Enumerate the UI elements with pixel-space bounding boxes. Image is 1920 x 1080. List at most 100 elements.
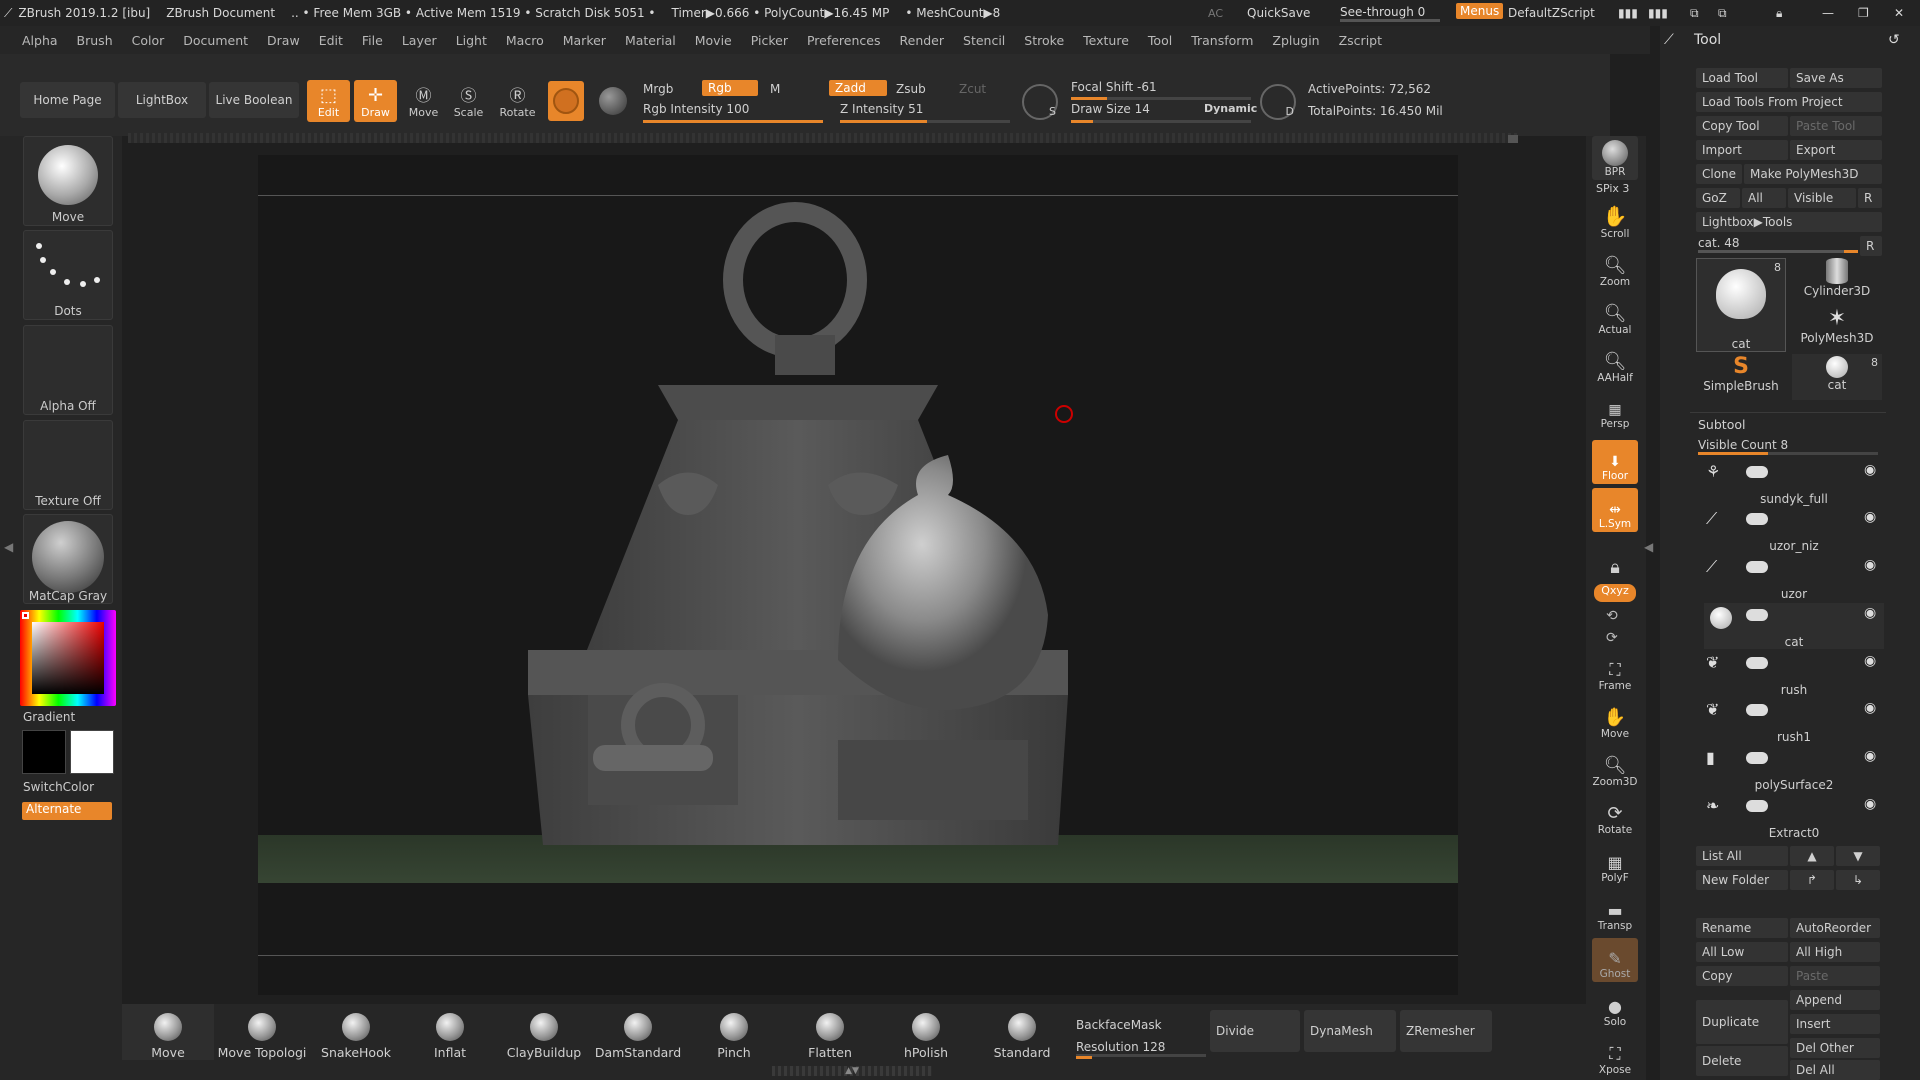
zcut-button[interactable]: Zcut <box>959 82 986 96</box>
goz-button[interactable]: GoZ <box>1696 188 1740 208</box>
xyz-button[interactable]: Qxyz <box>1594 584 1636 602</box>
gradient-label[interactable]: Gradient <box>23 710 113 724</box>
tool-thumb-simplebrush[interactable]: S SimpleBrush <box>1696 354 1786 400</box>
eye-icon[interactable]: ◉ <box>1864 748 1876 764</box>
polyf-button[interactable]: ▦ PolyF <box>1592 842 1638 886</box>
brush-flatten[interactable]: Flatten <box>784 1004 876 1060</box>
brush-standard[interactable]: Standard <box>976 1004 1068 1060</box>
subtool-row[interactable]: ▮ ◉ polySurface2 <box>1704 746 1884 792</box>
folder-in-button[interactable]: ↱ <box>1790 870 1834 890</box>
viewport-scrollbar[interactable] <box>1508 135 1518 143</box>
save-as-button[interactable]: Save As <box>1790 68 1882 88</box>
layout-alt-icon[interactable]: ▮▮▮ <box>1648 6 1668 20</box>
append-button[interactable]: Append <box>1790 990 1880 1010</box>
move-down-button[interactable]: ▼ <box>1836 846 1880 866</box>
menu-color[interactable]: Color <box>132 33 165 48</box>
switch-color-button[interactable]: SwitchColor <box>23 780 113 794</box>
menu-picker[interactable]: Picker <box>751 33 788 48</box>
eye-icon[interactable]: ◉ <box>1864 700 1876 716</box>
tool-thumb-cylinder[interactable]: Cylinder3D <box>1792 258 1882 304</box>
rotate-view-button[interactable]: ⟳ Rotate <box>1592 794 1638 838</box>
subtool-header[interactable]: Subtool <box>1690 412 1886 434</box>
menu-layer[interactable]: Layer <box>402 33 437 48</box>
subtool-row-active[interactable]: ◉ cat <box>1704 603 1884 649</box>
subtool-row[interactable]: ⚘ ◉ sundyk_full <box>1704 460 1884 506</box>
right-collapse-arrow-icon[interactable]: ◀ <box>1644 540 1653 554</box>
color-picker-field[interactable] <box>32 622 104 694</box>
tool-pin-icon[interactable]: ⟋ <box>1664 32 1674 48</box>
cat-r-button[interactable]: R <box>1860 236 1882 256</box>
subtool-row[interactable]: ⟋ ◉ uzor <box>1704 555 1884 601</box>
eye-icon[interactable]: ◉ <box>1864 605 1876 621</box>
spix-slider[interactable]: SPix 3 <box>1596 182 1629 195</box>
backface-mask-button[interactable]: BackfaceMask <box>1076 1018 1162 1032</box>
subtool-toggle-icon[interactable] <box>1746 704 1768 716</box>
bottom-collapse-arrow-icon[interactable]: ▲▼ <box>772 1066 932 1076</box>
lock-button[interactable]: 🔒︎ <box>1592 536 1638 580</box>
menu-texture[interactable]: Texture <box>1083 33 1129 48</box>
menu-edit[interactable]: Edit <box>319 33 343 48</box>
brush-inflat[interactable]: Inflat <box>404 1004 496 1060</box>
import-button[interactable]: Import <box>1696 140 1788 160</box>
home-page-button[interactable]: Home Page <box>20 82 115 118</box>
secondary-color-swatch[interactable] <box>70 730 114 774</box>
subtool-row[interactable]: ❦ ◉ rush <box>1704 651 1884 697</box>
window-layout2-icon[interactable]: ⧉ <box>1718 6 1727 21</box>
floor-button[interactable]: ⬇ Floor <box>1592 440 1638 484</box>
dynamesh-button[interactable]: DynaMesh <box>1304 1010 1396 1052</box>
rgb-intensity-slider[interactable] <box>643 120 823 123</box>
m-button[interactable]: M <box>770 82 780 96</box>
move-button[interactable]: Ⓜ Move <box>402 80 445 122</box>
eye-icon[interactable]: ◉ <box>1864 796 1876 812</box>
layout-icon[interactable]: ▮▮▮ <box>1618 6 1638 20</box>
rotate-z-icon[interactable]: ⟳ <box>1606 630 1618 646</box>
brush-damstandard[interactable]: DamStandard <box>592 1004 684 1060</box>
subtool-toggle-icon[interactable] <box>1746 800 1768 812</box>
copy-subtool-button[interactable]: Copy <box>1696 966 1788 986</box>
focal-shift-s-icon[interactable]: S <box>1022 84 1058 120</box>
goz-all-button[interactable]: All <box>1742 188 1786 208</box>
delete-button[interactable]: Delete <box>1696 1046 1788 1076</box>
lightbox-tools-button[interactable]: Lightbox▶Tools <box>1696 212 1882 232</box>
solo-button[interactable]: ● Solo <box>1592 986 1638 1030</box>
lock-icon[interactable]: 🔒︎ <box>1776 6 1782 21</box>
transp-button[interactable]: ▬ Transp <box>1592 890 1638 934</box>
actual-button[interactable]: 🔍︎ Actual <box>1592 294 1638 338</box>
duplicate-button[interactable]: Duplicate <box>1696 1000 1788 1044</box>
menu-tool[interactable]: Tool <box>1148 33 1172 48</box>
subtool-toggle-icon[interactable] <box>1746 561 1768 573</box>
gradient-sphere-button[interactable] <box>594 81 632 121</box>
menus-button[interactable]: Menus <box>1456 3 1504 19</box>
aahalf-button[interactable]: 🔍︎ AAHalf <box>1592 342 1638 386</box>
menu-brush[interactable]: Brush <box>77 33 113 48</box>
quicksave-button[interactable]: QuickSave <box>1247 6 1310 20</box>
tool-cat-slider[interactable]: cat. 48 <box>1698 236 1858 253</box>
lsym-button[interactable]: ⇹ L.Sym <box>1592 488 1638 532</box>
draw-button[interactable]: ✛ Draw <box>354 80 397 122</box>
subtool-toggle-icon[interactable] <box>1746 657 1768 669</box>
brush-pinch[interactable]: Pinch <box>688 1004 780 1060</box>
zsub-button[interactable]: Zsub <box>896 82 926 96</box>
live-boolean-button[interactable]: Live Boolean <box>209 82 299 118</box>
persp-button[interactable]: ▦ Persp <box>1592 388 1638 432</box>
menu-draw[interactable]: Draw <box>267 33 300 48</box>
insert-button[interactable]: Insert <box>1790 1014 1880 1034</box>
zoom-button[interactable]: 🔍︎ Zoom <box>1592 246 1638 290</box>
menu-material[interactable]: Material <box>625 33 676 48</box>
all-low-button[interactable]: All Low <box>1696 942 1788 962</box>
move-up-button[interactable]: ▲ <box>1790 846 1834 866</box>
maximize-icon[interactable]: ❐ <box>1858 6 1869 20</box>
eye-icon[interactable]: ◉ <box>1864 653 1876 669</box>
lightbox-button[interactable]: LightBox <box>118 82 206 118</box>
ac-label[interactable]: AC <box>1208 7 1223 20</box>
focal-shift-slider[interactable] <box>1071 97 1251 100</box>
all-high-button[interactable]: All High <box>1790 942 1880 962</box>
subtool-row[interactable]: ⟋ ◉ uzor_niz <box>1704 507 1884 553</box>
brush-move[interactable]: Move <box>122 1004 214 1060</box>
scale-button[interactable]: Ⓢ Scale <box>447 80 490 122</box>
tool-thumb-cat-small[interactable]: 8 cat <box>1792 354 1882 400</box>
brush-hpolish[interactable]: hPolish <box>880 1004 972 1060</box>
alternate-button[interactable]: Alternate <box>22 802 112 820</box>
new-folder-button[interactable]: New Folder <box>1696 870 1788 890</box>
rgb-button[interactable]: Rgb <box>702 80 758 96</box>
